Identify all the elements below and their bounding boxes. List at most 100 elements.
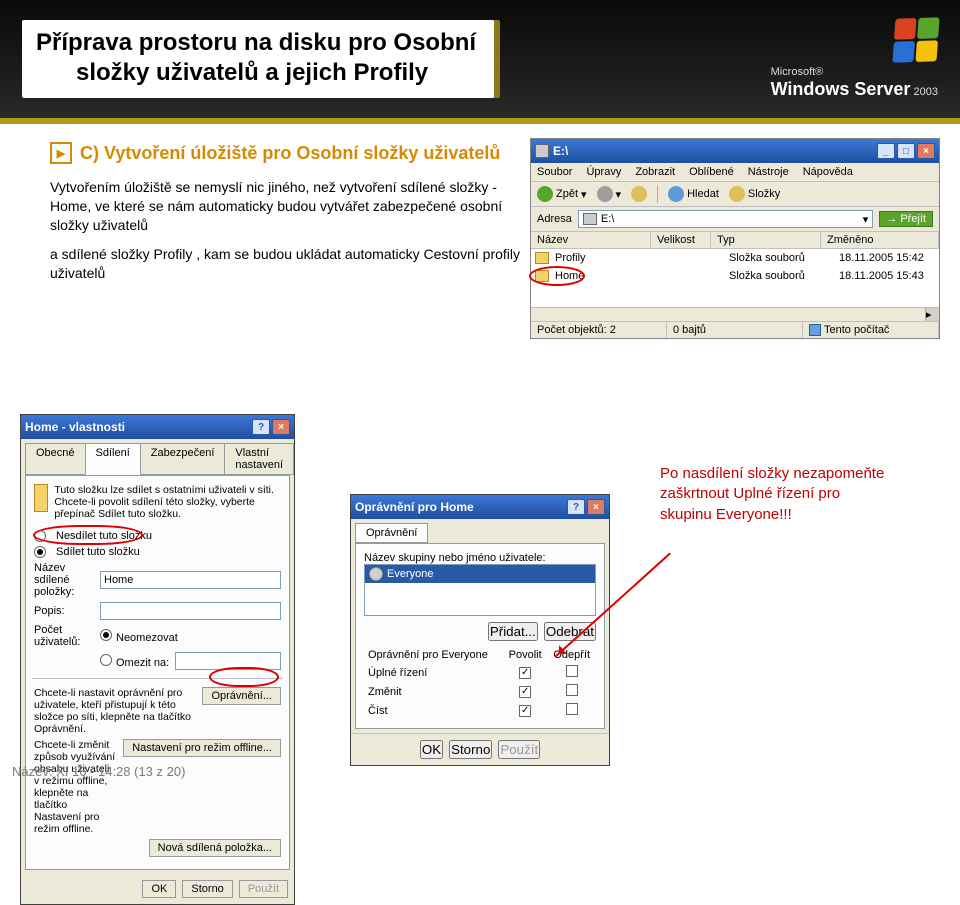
properties-titlebar[interactable]: Home - vlastnosti ? × (21, 415, 294, 439)
brand-small: Microsoft® (771, 66, 824, 78)
help-button[interactable]: ? (252, 419, 270, 435)
folders-button[interactable]: Složky (729, 186, 780, 202)
address-value: E:\ (601, 213, 614, 225)
computer-icon (809, 324, 821, 336)
desc-label: Popis: (34, 605, 94, 617)
callout-l1: Po nasdílení složky nezapomeňte (660, 464, 930, 484)
callout: Po nasdílení složky nezapomeňte zaškrtno… (660, 464, 930, 525)
folder-row-home[interactable]: Home Složka souborů 18.11.2005 15:43 (531, 267, 939, 285)
up-icon (631, 186, 647, 202)
minimize-button[interactable]: _ (877, 143, 895, 159)
chk-change-allow[interactable] (519, 686, 531, 698)
perm-apply[interactable]: Použít (498, 740, 540, 759)
perm-cancel[interactable]: Storno (449, 740, 492, 759)
address-bar: Adresa E:\ ▾ → Přejít (531, 207, 939, 232)
search-icon (668, 186, 684, 202)
col-modified[interactable]: Změněno (821, 232, 939, 248)
title-line2: složky uživatelů a jejich Profily (36, 58, 476, 88)
callout-l2: zaškrtnout Uplné řízení pro (660, 484, 930, 504)
highlight-circle-home (529, 266, 585, 286)
address-label: Adresa (537, 213, 572, 225)
cancel-button[interactable]: Storno (182, 880, 232, 898)
properties-title: Home - vlastnosti (25, 420, 125, 434)
file-list: Profily Složka souborů 18.11.2005 15:42 … (531, 249, 939, 307)
status-bytes: 0 bajtů (667, 322, 803, 338)
offline-button[interactable]: Nastavení pro režim offline... (123, 739, 281, 757)
menu-oblibene[interactable]: Oblíbené (689, 166, 734, 178)
new-share-button[interactable]: Nová sdílená položka... (149, 839, 281, 857)
name-label: Název sdílené položky: (34, 562, 94, 598)
add-button[interactable]: Přidat... (488, 622, 538, 641)
brand-big: Windows Server (771, 79, 911, 99)
opt-lim[interactable] (100, 654, 112, 666)
menu-soubor[interactable]: Soubor (537, 166, 572, 178)
folder-icon (535, 252, 549, 264)
chk-change-deny[interactable] (566, 684, 578, 696)
tab-obecne[interactable]: Obecné (25, 443, 86, 475)
back-icon (537, 186, 553, 202)
title-line1: Příprava prostoru na disku pro Osobní (36, 29, 476, 56)
col-size[interactable]: Velikost (651, 232, 711, 248)
share-name-input[interactable] (100, 571, 281, 589)
explorer-titlebar[interactable]: E:\ _ □ × (531, 139, 939, 163)
chk-full-allow[interactable] (519, 667, 531, 679)
permissions-button[interactable]: Oprávnění... (202, 687, 281, 705)
go-button[interactable]: → Přejít (879, 211, 933, 227)
chk-read-allow[interactable] (519, 705, 531, 717)
title-wrap: Příprava prostoru na disku pro Osobní sl… (22, 10, 494, 108)
chk-read-deny[interactable] (566, 703, 578, 715)
status-location: Tento počítač (803, 322, 939, 338)
tab-vlastni[interactable]: Vlastní nastavení (224, 443, 294, 475)
offline-text: Chcete-li změnit způsob využívání obsahu… (34, 739, 117, 835)
perm-ok[interactable]: OK (420, 740, 443, 759)
explorer-window: E:\ _ □ × Soubor Úpravy Zobrazit Oblíben… (530, 138, 940, 339)
close-button[interactable]: × (917, 143, 935, 159)
help-button[interactable]: ? (567, 499, 585, 515)
permissions-titlebar[interactable]: Oprávnění pro Home ? × (351, 495, 609, 519)
menu-nastroje[interactable]: Nástroje (748, 166, 789, 178)
explorer-menu[interactable]: Soubor Úpravy Zobrazit Oblíbené Nástroje… (531, 163, 939, 182)
user-list[interactable]: Everyone (364, 564, 596, 616)
highlight-permissions-btn (209, 667, 279, 687)
explorer-toolbar: Zpět ▾ ▾ Hledat Složky (531, 182, 939, 207)
up-button[interactable] (631, 186, 647, 202)
properties-tabs: Obecné Sdílení Zabezpečení Vlastní nasta… (21, 439, 294, 475)
everyone-entry[interactable]: Everyone (365, 565, 595, 583)
opt-share[interactable]: Sdílet tuto složku (34, 546, 281, 558)
apply-button[interactable]: Použít (239, 880, 288, 898)
menu-zobrazit[interactable]: Zobrazit (635, 166, 675, 178)
tab-zabezpeceni[interactable]: Zabezpečení (140, 443, 226, 475)
brand-year: 2003 (914, 86, 938, 98)
folder-row-profily[interactable]: Profily Složka souborů 18.11.2005 15:42 (531, 249, 939, 267)
folders-icon (729, 186, 745, 202)
close-button[interactable]: × (587, 499, 605, 515)
col-name[interactable]: Název (531, 232, 651, 248)
close-button[interactable]: × (272, 419, 290, 435)
desc-input[interactable] (100, 602, 281, 620)
opt-unlim[interactable] (100, 629, 112, 641)
perm-header: Oprávnění pro Everyone (364, 647, 503, 663)
perm-text: Chcete-li nastavit oprávnění pro uživate… (34, 687, 196, 735)
status-count: Počet objektů: 2 (531, 322, 667, 338)
para-1: Vytvořením úložiště se nemyslí nic jinéh… (50, 178, 520, 235)
col-type[interactable]: Typ (711, 232, 821, 248)
maximize-button[interactable]: □ (897, 143, 915, 159)
list-label: Název skupiny nebo jméno uživatele: (364, 552, 596, 564)
col-allow: Povolit (503, 647, 548, 663)
row-read: Číst (364, 701, 503, 720)
forward-icon (597, 186, 613, 202)
ok-button[interactable]: OK (142, 880, 176, 898)
slide-footer: Název: XI 16 - 14:28 (13 z 20) (0, 759, 960, 783)
callout-l3: skupinu Everyone!!! (660, 505, 930, 525)
tab-opravneni[interactable]: Oprávnění (355, 523, 428, 543)
chk-full-deny[interactable] (566, 665, 578, 677)
tab-sdileni[interactable]: Sdílení (85, 443, 141, 475)
search-button[interactable]: Hledat (668, 186, 719, 202)
menu-napoveda[interactable]: Nápověda (803, 166, 853, 178)
forward-button[interactable]: ▾ (597, 186, 622, 202)
back-button[interactable]: Zpět ▾ (537, 186, 587, 202)
menu-upravy[interactable]: Úpravy (586, 166, 621, 178)
address-field[interactable]: E:\ ▾ (578, 210, 873, 228)
permissions-title: Oprávnění pro Home (355, 500, 474, 514)
limit-label: Počet uživatelů: (34, 624, 94, 648)
